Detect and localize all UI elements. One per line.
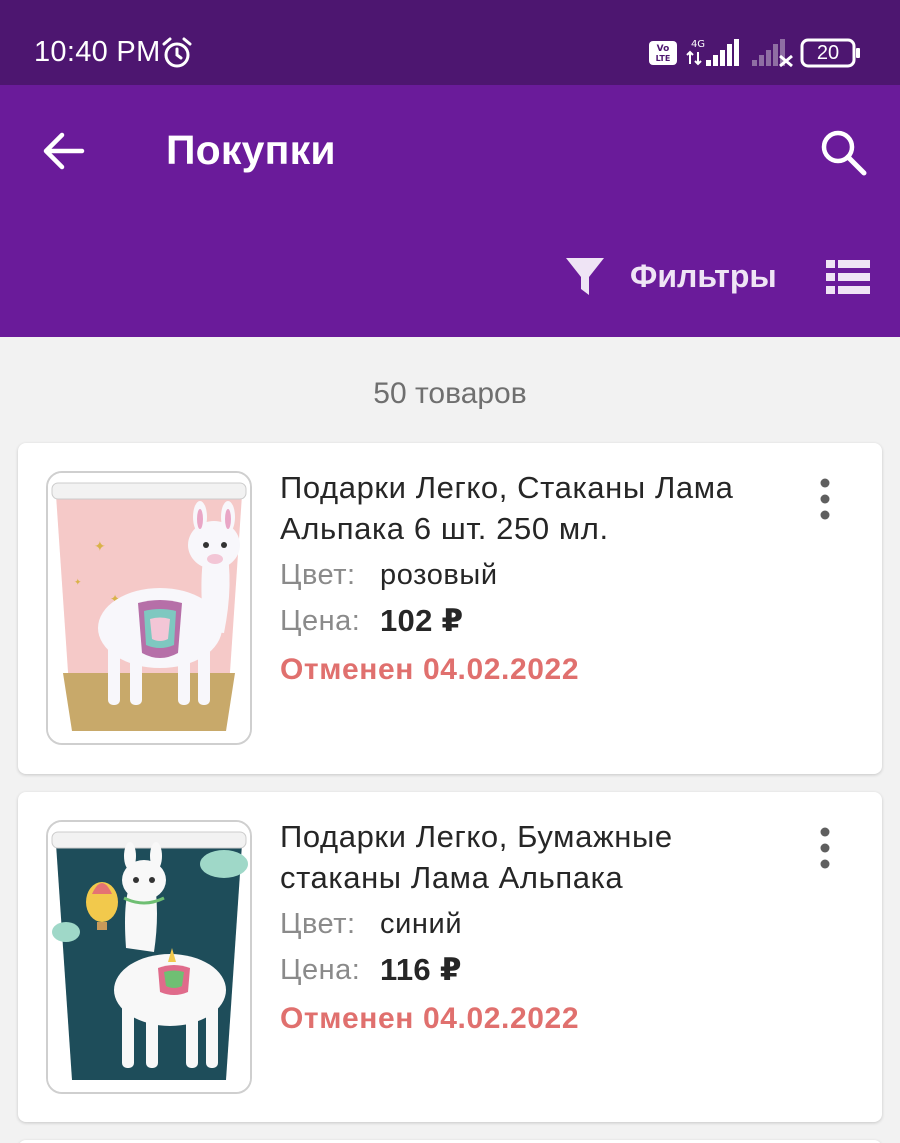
price-label: Цена: xyxy=(280,954,361,986)
more-options-icon[interactable] xyxy=(814,477,836,521)
search-icon[interactable] xyxy=(818,127,870,177)
item-title: Подарки Легко, Бумажные стаканы Лама Аль… xyxy=(280,819,673,895)
signal-no-service-icon xyxy=(752,39,793,68)
svg-text:4G: 4G xyxy=(691,39,705,50)
svg-text:Vo: Vo xyxy=(657,44,670,54)
signal-4g-icon: 4G xyxy=(686,39,739,66)
price-label: Цена: xyxy=(280,605,361,637)
color-value: синий xyxy=(380,908,463,940)
items-count: 50 товаров xyxy=(373,377,527,410)
volte-icon: Vo LTE xyxy=(649,41,677,65)
price-value: 116 ₽ xyxy=(380,952,462,987)
blue-llama-cup-image xyxy=(48,822,250,1092)
list-item[interactable]: ✦ ✦ ✦ ✦ Подарки Легко, Стаканы Лама Альп… xyxy=(18,443,882,774)
list-item[interactable]: Подарки Легко, Бумажные стаканы Лама Аль… xyxy=(18,792,882,1122)
alarm-clock-icon xyxy=(162,37,192,68)
status-bar: 10:40 PM Vo LTE 4G 20 xyxy=(0,0,900,85)
page-title: Покупки xyxy=(166,127,336,173)
color-label: Цвет: xyxy=(280,908,356,940)
back-arrow-icon[interactable] xyxy=(40,129,88,173)
svg-text:LTE: LTE xyxy=(656,54,671,63)
price-value: 102 ₽ xyxy=(380,603,464,638)
svg-text:✦: ✦ xyxy=(74,577,82,587)
order-status: Отменен 04.02.2022 xyxy=(280,653,580,686)
filters-label: Фильтры xyxy=(630,258,777,294)
list-view-icon[interactable] xyxy=(826,259,870,295)
product-image-blue-llama-cup xyxy=(46,820,252,1094)
app-bar: Покупки Фильтры xyxy=(0,85,900,337)
pink-llama-cup-image: ✦ ✦ ✦ ✦ xyxy=(48,473,250,743)
item-title: Подарки Легко, Стаканы Лама Альпака 6 шт… xyxy=(280,470,734,546)
more-options-icon[interactable] xyxy=(814,826,836,870)
order-status: Отменен 04.02.2022 xyxy=(280,1002,580,1035)
product-image-pink-llama-cup: ✦ ✦ ✦ ✦ xyxy=(46,471,252,745)
status-time: 10:40 PM xyxy=(34,36,161,68)
color-value: розовый xyxy=(380,559,498,591)
svg-text:✦: ✦ xyxy=(94,538,106,554)
battery-level: 20 xyxy=(816,42,840,64)
color-label: Цвет: xyxy=(280,559,356,591)
filter-funnel-icon xyxy=(566,258,604,295)
